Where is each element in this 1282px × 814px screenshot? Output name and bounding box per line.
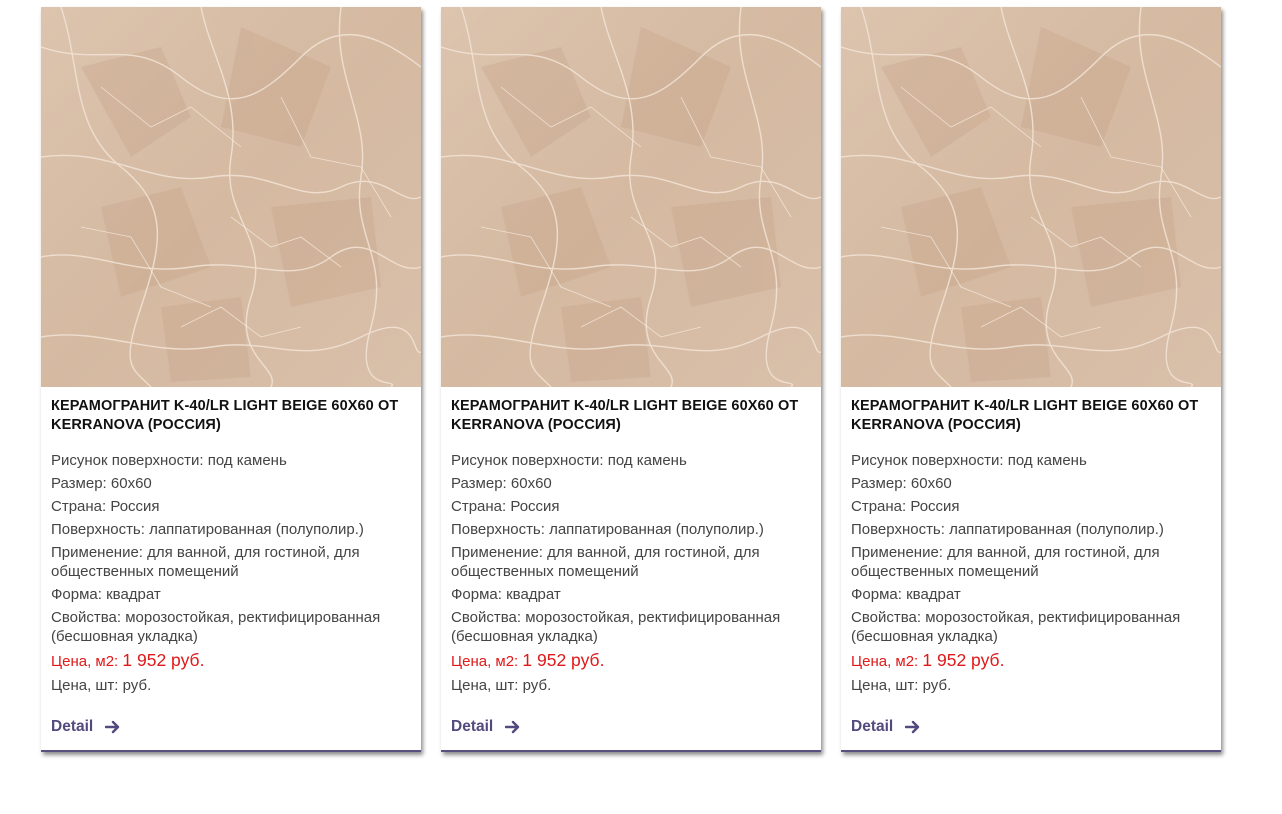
product-card: КЕРАМОГРАНИТ K-40/LR LIGHT BEIGE 60X60 О…: [441, 7, 821, 752]
price-label: Цена, м2:: [451, 653, 519, 670]
spec-properties: Свойства: морозостойкая, ректифицированн…: [51, 609, 381, 645]
price-per-piece: Цена, шт: руб.: [51, 677, 152, 694]
spec-shape: Форма: квадрат: [851, 586, 961, 603]
spec-country: Страна: Россия: [851, 498, 960, 515]
spec-usage: Применение: для ванной, для гостиной, дл…: [451, 544, 760, 580]
product-card: КЕРАМОГРАНИТ K-40/LR LIGHT BEIGE 60X60 О…: [841, 7, 1221, 752]
spec-country: Страна: Россия: [451, 498, 560, 515]
arrow-right-icon: [505, 720, 520, 734]
spec-usage: Применение: для ванной, для гостиной, дл…: [51, 544, 360, 580]
product-title[interactable]: КЕРАМОГРАНИТ K-40/LR LIGHT BEIGE 60X60 О…: [851, 397, 1211, 435]
spec-pattern: Рисунок поверхности: под камень: [851, 452, 1087, 469]
product-info: КЕРАМОГРАНИТ K-40/LR LIGHT BEIGE 60X60 О…: [441, 387, 821, 695]
spec-size: Размер: 60x60: [51, 475, 152, 492]
spec-pattern: Рисунок поверхности: под камень: [51, 452, 287, 469]
product-info: КЕРАМОГРАНИТ K-40/LR LIGHT BEIGE 60X60 О…: [41, 387, 421, 695]
spec-size: Размер: 60x60: [851, 475, 952, 492]
price-value: 1 952 руб.: [122, 650, 205, 670]
spec-pattern: Рисунок поверхности: под камень: [451, 452, 687, 469]
product-image[interactable]: [41, 7, 421, 387]
detail-label: Detail: [451, 718, 494, 735]
product-title[interactable]: КЕРАМОГРАНИТ K-40/LR LIGHT BEIGE 60X60 О…: [451, 397, 811, 435]
spec-country: Страна: Россия: [51, 498, 160, 515]
price-per-m2: Цена, м2: 1 952 руб.: [51, 650, 411, 672]
product-title[interactable]: КЕРАМОГРАНИТ K-40/LR LIGHT BEIGE 60X60 О…: [51, 397, 411, 435]
product-info: КЕРАМОГРАНИТ K-40/LR LIGHT BEIGE 60X60 О…: [841, 387, 1221, 695]
detail-label: Detail: [851, 718, 894, 735]
price-per-m2: Цена, м2: 1 952 руб.: [851, 650, 1211, 672]
spec-shape: Форма: квадрат: [451, 586, 561, 603]
arrow-right-icon: [105, 720, 120, 734]
price-per-piece: Цена, шт: руб.: [851, 677, 952, 694]
product-card: КЕРАМОГРАНИТ K-40/LR LIGHT BEIGE 60X60 О…: [41, 7, 421, 752]
spec-size: Размер: 60x60: [451, 475, 552, 492]
spec-properties: Свойства: морозостойкая, ректифицированн…: [451, 609, 781, 645]
product-grid: КЕРАМОГРАНИТ K-40/LR LIGHT BEIGE 60X60 О…: [41, 7, 1221, 752]
spec-surface: Поверхность: лаппатированная (полуполир.…: [851, 521, 1164, 538]
price-label: Цена, м2:: [51, 653, 119, 670]
detail-label: Detail: [51, 718, 94, 735]
spec-usage: Применение: для ванной, для гостиной, дл…: [851, 544, 1160, 580]
price-per-piece: Цена, шт: руб.: [451, 677, 552, 694]
product-image[interactable]: [841, 7, 1221, 387]
price-per-m2: Цена, м2: 1 952 руб.: [451, 650, 811, 672]
spec-shape: Форма: квадрат: [51, 586, 161, 603]
detail-link[interactable]: Detail: [851, 718, 920, 736]
spec-properties: Свойства: морозостойкая, ректифицированн…: [851, 609, 1181, 645]
spec-surface: Поверхность: лаппатированная (полуполир.…: [51, 521, 364, 538]
price-label: Цена, м2:: [851, 653, 919, 670]
product-image[interactable]: [441, 7, 821, 387]
spec-surface: Поверхность: лаппатированная (полуполир.…: [451, 521, 764, 538]
price-value: 1 952 руб.: [522, 650, 605, 670]
arrow-right-icon: [905, 720, 920, 734]
detail-link[interactable]: Detail: [51, 718, 120, 736]
price-value: 1 952 руб.: [922, 650, 1005, 670]
detail-link[interactable]: Detail: [451, 718, 520, 736]
